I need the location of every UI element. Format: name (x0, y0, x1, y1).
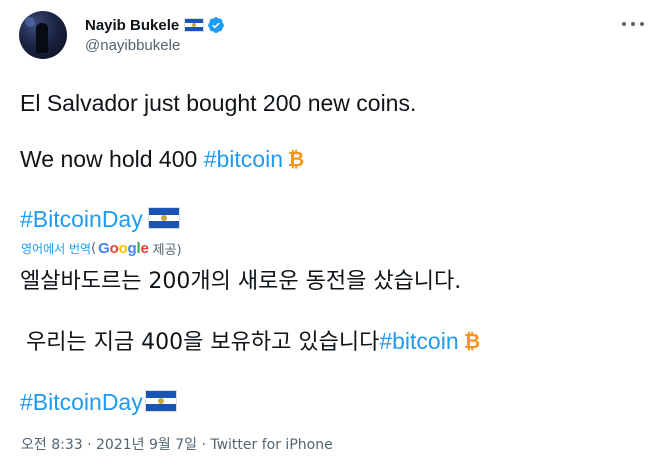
hashtag-bitcoin-translated[interactable]: #bitcoin (379, 328, 458, 354)
tweet-meta: 오전 8:33 · 2021년 9월 7일 · Twitter for iPho… (21, 434, 333, 454)
hashtag-bitcoinday[interactable]: #BitcoinDay (20, 206, 143, 232)
meta-separator: · (82, 437, 97, 453)
author-name-row: Nayib Bukele (85, 14, 225, 36)
svg-text:₿: ₿ (288, 148, 304, 170)
verified-badge-icon (208, 17, 225, 33)
bitcoin-icon: ₿ (463, 330, 479, 352)
open-paren: ( (91, 240, 97, 256)
tweet-line-3: #BitcoinDay (20, 205, 180, 233)
avatar[interactable] (19, 11, 67, 59)
svg-text:₿: ₿ (463, 330, 479, 352)
bitcoin-icon: ₿ (288, 148, 304, 170)
el-salvador-flag-icon (147, 207, 180, 229)
hashtag-bitcoinday-translated[interactable]: #BitcoinDay (20, 389, 143, 415)
author-handle[interactable]: @nayibbukele (85, 37, 180, 54)
meta-separator: · (197, 437, 211, 453)
hashtag-bitcoin[interactable]: #bitcoin (204, 146, 283, 172)
tweet-source[interactable]: Twitter for iPhone (210, 437, 332, 453)
el-salvador-flag-icon (144, 390, 177, 412)
avatar-light (25, 17, 35, 27)
more-options-icon[interactable] (622, 18, 644, 30)
tweet: Nayib Bukele @nayibbukele El Salvador ju… (0, 0, 663, 476)
tweet-line-2: We now hold 400 #bitcoin ₿ (20, 145, 307, 173)
translated-line-1: 엘살바도르는 200개의 새로운 동전을 샀습니다. (20, 269, 462, 294)
tweet-date[interactable]: 2021년 9월 7일 (96, 437, 197, 453)
el-salvador-flag-icon (184, 18, 205, 32)
translated-line-2-text: 우리는 지금 400을 보유하고 있습니다 (26, 330, 380, 355)
translated-line-2: 우리는 지금 400을 보유하고 있습니다#bitcoin ₿ (26, 327, 483, 357)
translated-from-link[interactable]: 영어에서 번역 (21, 240, 91, 257)
google-logo: Google (98, 239, 149, 257)
translated-line-3: #BitcoinDay (20, 388, 177, 416)
avatar-figure (36, 23, 48, 53)
tweet-line-2-text: We now hold 400 (20, 146, 204, 172)
translation-attribution: 영어에서 번역 ( Google 제공) (21, 238, 182, 258)
tweet-time[interactable]: 오전 8:33 (21, 437, 83, 453)
provided-by-label: 제공) (152, 242, 182, 258)
tweet-line-1: El Salvador just bought 200 new coins. (20, 90, 417, 116)
author-name[interactable]: Nayib Bukele (85, 17, 179, 34)
